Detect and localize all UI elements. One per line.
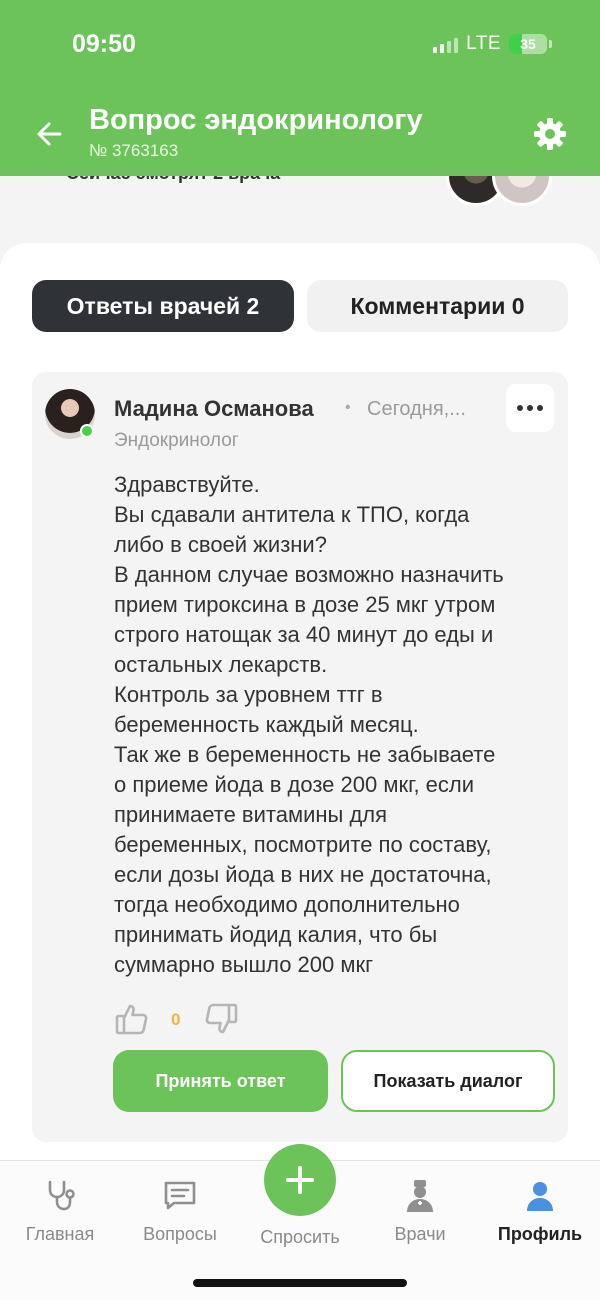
battery-level: 35 <box>520 36 536 52</box>
answer-line: Контроль за уровнем ттг в <box>114 682 383 707</box>
answer-line: если дозы йода в них не достаточна, <box>114 862 492 887</box>
nav-label-ask[interactable]: Спросить <box>240 1227 360 1248</box>
answer-line: либо в своей жизни? <box>114 532 327 557</box>
status-time: 09:50 <box>72 30 136 58</box>
online-status-dot <box>80 424 94 438</box>
answer-line: В данном случае возможно назначить <box>114 562 504 587</box>
answer-text: Здравствуйте. Вы сдавали антитела к ТПО,… <box>114 470 560 980</box>
accept-answer-button[interactable]: Принять ответ <box>113 1050 328 1112</box>
more-options-button[interactable] <box>506 384 554 432</box>
answer-line: Вы сдавали антитела к ТПО, когда <box>114 502 470 527</box>
chat-icon <box>164 1181 196 1210</box>
thumbs-down-icon[interactable] <box>202 1000 240 1038</box>
doctor-icon <box>407 1180 433 1212</box>
meta-separator: • <box>345 399 351 416</box>
show-dialog-button[interactable]: Показать диалог <box>341 1050 555 1112</box>
tab-comments[interactable]: Комментарии 0 <box>307 280 568 332</box>
nav-item-questions[interactable]: Вопросы <box>120 1178 240 1245</box>
answer-line: строго натощак за 40 минут до еды и <box>114 622 494 647</box>
home-indicator <box>193 1279 407 1287</box>
nav-label-home: Главная <box>25 1224 95 1244</box>
answer-line: Здравствуйте. <box>114 472 260 497</box>
answer-line: принимаете витамины для <box>114 802 388 827</box>
profile-icon <box>527 1182 553 1211</box>
signal-icon <box>433 35 459 53</box>
gear-icon[interactable] <box>530 114 570 154</box>
nav-item-doctors[interactable]: Врачи <box>360 1178 480 1245</box>
back-arrow-icon[interactable] <box>30 114 70 154</box>
answer-time: Сегодня,... <box>367 398 466 420</box>
answer-line: прием тироксина в дозе 25 мкг утром <box>114 592 496 617</box>
nav-label-profile: Профиль <box>497 1224 583 1244</box>
answer-line: Так же в беременность не забываете <box>114 742 496 767</box>
question-number: № 3763163 <box>89 141 179 160</box>
nav-label-questions: Вопросы <box>143 1224 217 1244</box>
answer-line: беременность каждый месяц. <box>114 712 419 737</box>
answer-line: беременных, посмотрите по составу, <box>114 832 492 857</box>
ask-button[interactable] <box>264 1144 336 1216</box>
answer-line: остальных лекарств. <box>114 652 328 677</box>
network-type: LTE <box>466 33 501 54</box>
nav-item-home[interactable]: Главная <box>0 1178 120 1245</box>
doctor-name[interactable]: Мадина Османова <box>114 396 314 422</box>
tab-doctor-answers[interactable]: Ответы врачей 2 <box>32 280 294 332</box>
thumbs-up-icon[interactable] <box>113 1000 151 1038</box>
stethoscope-icon <box>48 1180 75 1211</box>
nav-label-doctors: Врачи <box>394 1224 446 1244</box>
battery-icon: 35 <box>509 34 547 54</box>
app-header: 09:50 LTE 35 Вопрос эндокринологу № 3763… <box>0 0 600 176</box>
doctor-role: Эндокринолог <box>114 430 239 451</box>
answer-line: принимать йодид калия, что бы <box>114 922 438 947</box>
answer-line: о приеме йода в дозе 200 мкг, если <box>114 772 475 797</box>
answer-line: тогда необходимо дополнительно <box>114 892 460 917</box>
page-title: Вопрос эндокринологу <box>89 104 423 136</box>
status-indicators: LTE 35 <box>433 33 552 55</box>
answer-line: суммарно вышло 200 мкг <box>114 952 374 977</box>
vote-count: 0 <box>171 1010 181 1029</box>
nav-item-profile[interactable]: Профиль <box>480 1178 600 1245</box>
plus-icon <box>286 1166 314 1194</box>
